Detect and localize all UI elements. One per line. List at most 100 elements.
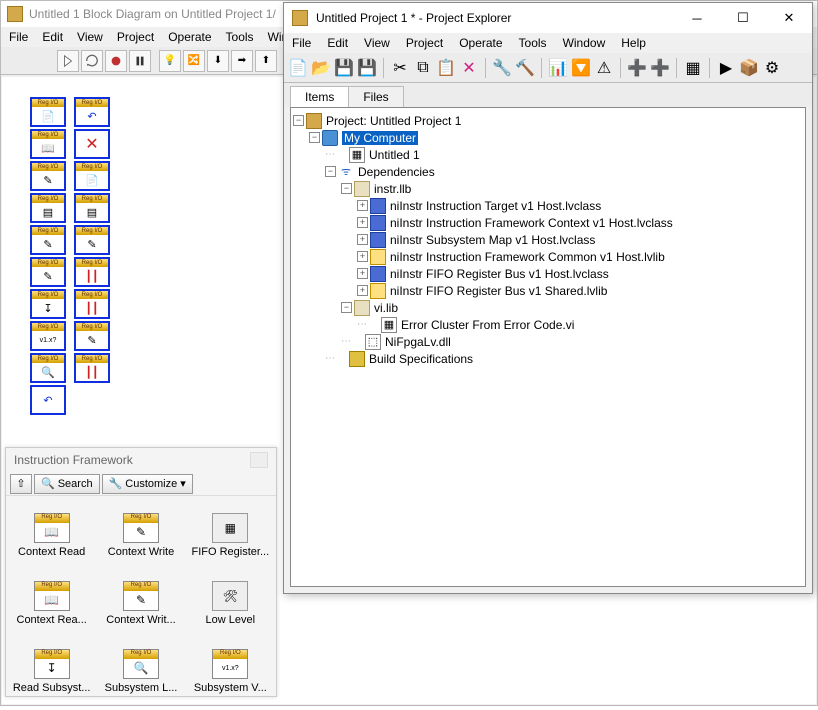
tree-toggle[interactable]: − <box>325 166 336 177</box>
tree-toggle[interactable]: − <box>341 183 352 194</box>
bd-menu-operate[interactable]: Operate <box>168 30 211 44</box>
bd-menu-view[interactable]: View <box>77 30 103 44</box>
open-icon[interactable]: 📂 <box>311 58 331 78</box>
tree-toggle[interactable]: + <box>357 268 368 279</box>
source-control-icon[interactable]: 🔧 <box>492 58 512 78</box>
save-all-icon[interactable]: 💾 <box>357 58 377 78</box>
run-button[interactable] <box>57 50 79 72</box>
bd-menu-edit[interactable]: Edit <box>42 30 63 44</box>
copy-icon[interactable]: ⧉ <box>413 58 433 78</box>
palette-up-button[interactable]: ⇧ <box>10 474 32 494</box>
palette-item[interactable]: Reg I/O✎Context Writ... <box>97 570 184 636</box>
tree-row[interactable]: ⋯Build Specifications <box>293 350 803 367</box>
pal-item[interactable]: Reg I/O┃┃ <box>74 289 110 319</box>
pal-item[interactable]: Reg I/O📄 <box>74 161 110 191</box>
resolve-icon[interactable]: 🔨 <box>515 58 535 78</box>
pal-item[interactable]: Reg I/O📄 <box>30 97 66 127</box>
delete-icon[interactable]: ✕ <box>459 58 479 78</box>
pe-menu-operate[interactable]: Operate <box>459 36 502 50</box>
palette-item[interactable]: Reg I/Ov1.x?Subsystem V... <box>187 638 274 704</box>
pe-menu-view[interactable]: View <box>364 36 390 50</box>
paste-icon[interactable]: 📋 <box>436 58 456 78</box>
run-continuous-button[interactable] <box>81 50 103 72</box>
tree-row[interactable]: −ᯤDependencies <box>293 163 803 180</box>
tree-row[interactable]: +niInstr Instruction Framework Common v1… <box>293 248 803 265</box>
tree-row[interactable]: −instr.llb <box>293 180 803 197</box>
run-icon[interactable]: ▶ <box>716 58 736 78</box>
bd-menu-project[interactable]: Project <box>117 30 154 44</box>
step-out-button[interactable]: ⬆ <box>255 50 277 72</box>
palette-item[interactable]: Reg I/O📖Context Read <box>8 502 95 568</box>
step-over-button[interactable]: ➡ <box>231 50 253 72</box>
pal-item[interactable]: Reg I/O✎ <box>30 161 66 191</box>
tree-row[interactable]: ⋯▦Error Cluster From Error Code.vi <box>293 316 803 333</box>
pause-button[interactable] <box>129 50 151 72</box>
cut-icon[interactable]: ✂ <box>390 58 410 78</box>
palette-item[interactable]: Reg I/O🔍Subsystem L... <box>97 638 184 704</box>
tree-row[interactable]: −My Computer <box>293 129 803 146</box>
palette-item[interactable]: Reg I/O📖Context Rea... <box>8 570 95 636</box>
tree-toggle[interactable]: − <box>341 302 352 313</box>
palette-customize-button[interactable]: 🔧 Customize▾ <box>102 474 193 494</box>
close-button[interactable]: ✕ <box>766 3 812 33</box>
tree-row[interactable]: −Project: Untitled Project 1 <box>293 112 803 129</box>
pal-item[interactable]: Reg I/O┃┃ <box>74 353 110 383</box>
pe-titlebar[interactable]: Untitled Project 1 * - Project Explorer … <box>284 3 812 33</box>
tree-row[interactable]: +niInstr Subsystem Map v1 Host.lvclass <box>293 231 803 248</box>
tree-row[interactable]: +niInstr Instruction Framework Context v… <box>293 214 803 231</box>
add-folder-icon[interactable]: ➕ <box>650 58 670 78</box>
pal-item[interactable]: Reg I/O🔍 <box>30 353 66 383</box>
palette-item[interactable]: Reg I/O✎Context Write <box>97 502 184 568</box>
pal-item[interactable]: Reg I/O✎ <box>30 225 66 255</box>
project-tree[interactable]: −Project: Untitled Project 1−My Computer… <box>290 107 806 587</box>
abort-button[interactable] <box>105 50 127 72</box>
pal-item[interactable]: Reg I/Ov1.x? <box>30 321 66 351</box>
new-vi-icon[interactable]: 📄 <box>288 58 308 78</box>
tree-toggle[interactable]: + <box>357 217 368 228</box>
add-icon[interactable]: ➕ <box>627 58 647 78</box>
palette-item[interactable]: ▦FIFO Register... <box>187 502 274 568</box>
tree-row[interactable]: ⋯⬚NiFpgaLv.dll <box>293 333 803 350</box>
properties-icon[interactable]: 📊 <box>548 58 568 78</box>
highlight-button[interactable]: 💡 <box>159 50 181 72</box>
filter-icon[interactable]: 🔽 <box>571 58 591 78</box>
pe-menu-project[interactable]: Project <box>406 36 443 50</box>
tree-toggle[interactable]: + <box>357 251 368 262</box>
bd-menu-file[interactable]: File <box>9 30 28 44</box>
tree-toggle[interactable]: + <box>357 234 368 245</box>
tree-row[interactable]: +niInstr Instruction Target v1 Host.lvcl… <box>293 197 803 214</box>
pe-menu-edit[interactable]: Edit <box>327 36 348 50</box>
pe-menu-file[interactable]: File <box>292 36 311 50</box>
pal-item[interactable]: Reg I/O↶ <box>74 97 110 127</box>
step-into-button[interactable]: ⬇ <box>207 50 229 72</box>
tab-files[interactable]: Files <box>348 86 403 107</box>
pal-item[interactable]: Reg I/O▤ <box>74 193 110 223</box>
pal-item[interactable]: ✕ <box>74 129 110 159</box>
warning-icon[interactable]: ⚠ <box>594 58 614 78</box>
pe-menu-window[interactable]: Window <box>563 36 606 50</box>
pal-item[interactable]: Reg I/O✎ <box>30 257 66 287</box>
distribute-icon[interactable]: 📦 <box>739 58 759 78</box>
minimize-button[interactable]: ─ <box>674 3 720 33</box>
pal-item[interactable]: ↶ <box>30 385 66 415</box>
pal-item[interactable]: Reg I/O┃┃ <box>74 257 110 287</box>
maximize-button[interactable]: ☐ <box>720 3 766 33</box>
pe-menu-tools[interactable]: Tools <box>519 36 547 50</box>
pal-item[interactable]: Reg I/O↧ <box>30 289 66 319</box>
palette-item[interactable]: Reg I/O↧Read Subsyst... <box>8 638 95 704</box>
tree-toggle[interactable]: − <box>293 115 304 126</box>
palette-pin-button[interactable] <box>250 452 268 468</box>
tree-row[interactable]: +niInstr FIFO Register Bus v1 Shared.lvl… <box>293 282 803 299</box>
lib-icon[interactable]: ▦ <box>683 58 703 78</box>
tree-row[interactable]: −vi.lib <box>293 299 803 316</box>
pal-item[interactable]: Reg I/O▤ <box>30 193 66 223</box>
tab-items[interactable]: Items <box>290 86 349 107</box>
pal-item[interactable]: Reg I/O✎ <box>74 225 110 255</box>
tree-toggle[interactable]: − <box>309 132 320 143</box>
retain-wire-button[interactable]: 🔀 <box>183 50 205 72</box>
pal-item[interactable]: Reg I/O📖 <box>30 129 66 159</box>
tree-toggle[interactable]: + <box>357 285 368 296</box>
save-icon[interactable]: 💾 <box>334 58 354 78</box>
palette-item[interactable]: 🛠Low Level <box>187 570 274 636</box>
tree-row[interactable]: ⋯▦Untitled 1 <box>293 146 803 163</box>
